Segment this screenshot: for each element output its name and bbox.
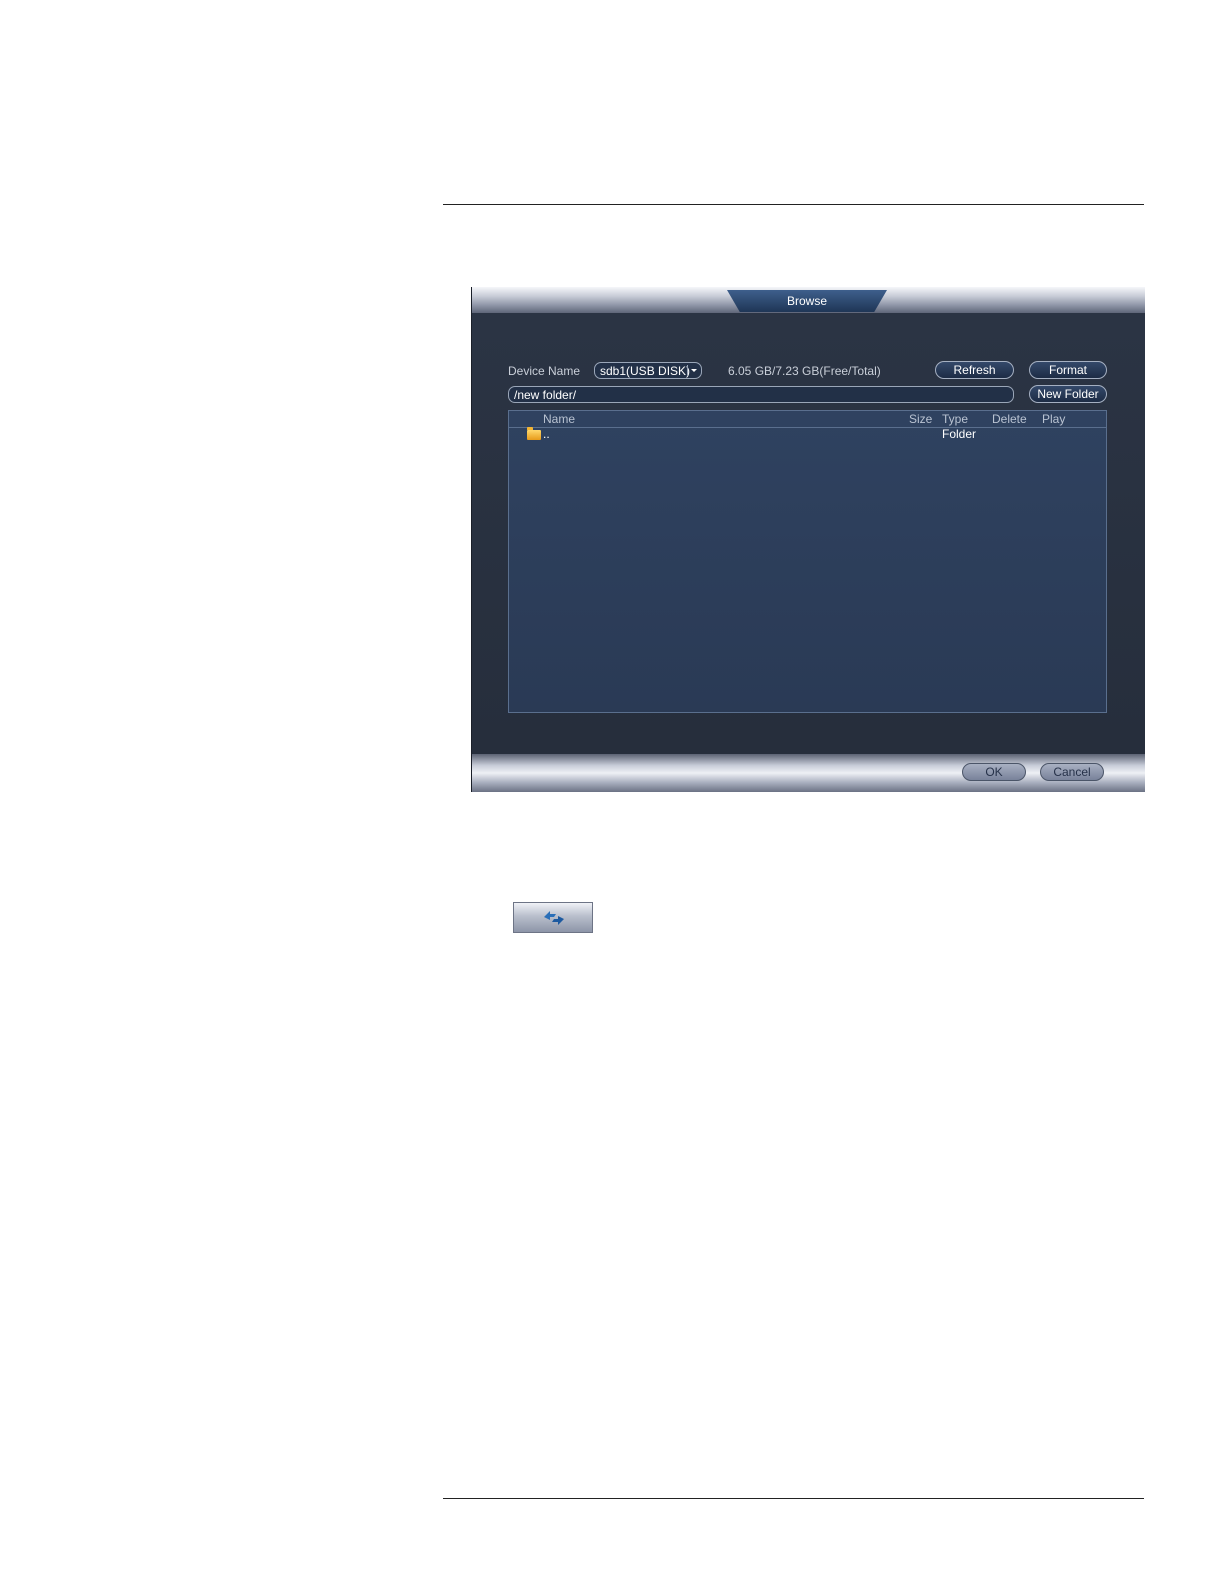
dropdown-arrow-icon[interactable]	[687, 365, 699, 376]
row-name: ..	[543, 427, 550, 441]
column-name[interactable]: Name	[543, 412, 575, 426]
file-list-header: Name Size Type Delete Play	[509, 411, 1106, 428]
column-type[interactable]: Type	[942, 412, 968, 426]
cancel-button[interactable]: Cancel	[1040, 763, 1104, 781]
refresh-arrows-icon	[544, 911, 564, 925]
column-play[interactable]: Play	[1042, 412, 1065, 426]
column-size[interactable]: Size	[909, 412, 932, 426]
browse-dialog: Browse Device Name sdb1(USB DISK) 6.05 G…	[471, 287, 1145, 792]
dialog-body: Device Name sdb1(USB DISK) 6.05 GB/7.23 …	[472, 313, 1145, 754]
refresh-toolbar-button[interactable]	[513, 902, 593, 933]
dialog-titlebar: Browse	[472, 287, 1145, 313]
device-name-label: Device Name	[508, 364, 581, 378]
table-row[interactable]: .. Folder	[509, 427, 1106, 443]
refresh-button[interactable]: Refresh	[935, 361, 1014, 379]
folder-icon	[527, 427, 541, 440]
ok-button[interactable]: OK	[962, 763, 1026, 781]
file-list[interactable]: Name Size Type Delete Play .. Folder	[508, 410, 1107, 713]
format-button[interactable]: Format	[1029, 361, 1107, 379]
device-name-select[interactable]: sdb1(USB DISK)	[594, 362, 702, 379]
column-delete[interactable]: Delete	[992, 412, 1027, 426]
header-rule	[443, 204, 1144, 205]
row-type: Folder	[942, 427, 977, 441]
footer-rule	[443, 1498, 1144, 1499]
path-field[interactable]	[508, 386, 1014, 403]
storage-info: 6.05 GB/7.23 GB(Free/Total)	[728, 364, 881, 378]
dialog-title: Browse	[727, 290, 887, 312]
new-folder-button[interactable]: New Folder	[1029, 385, 1107, 403]
device-name-value: sdb1(USB DISK)	[600, 364, 691, 378]
